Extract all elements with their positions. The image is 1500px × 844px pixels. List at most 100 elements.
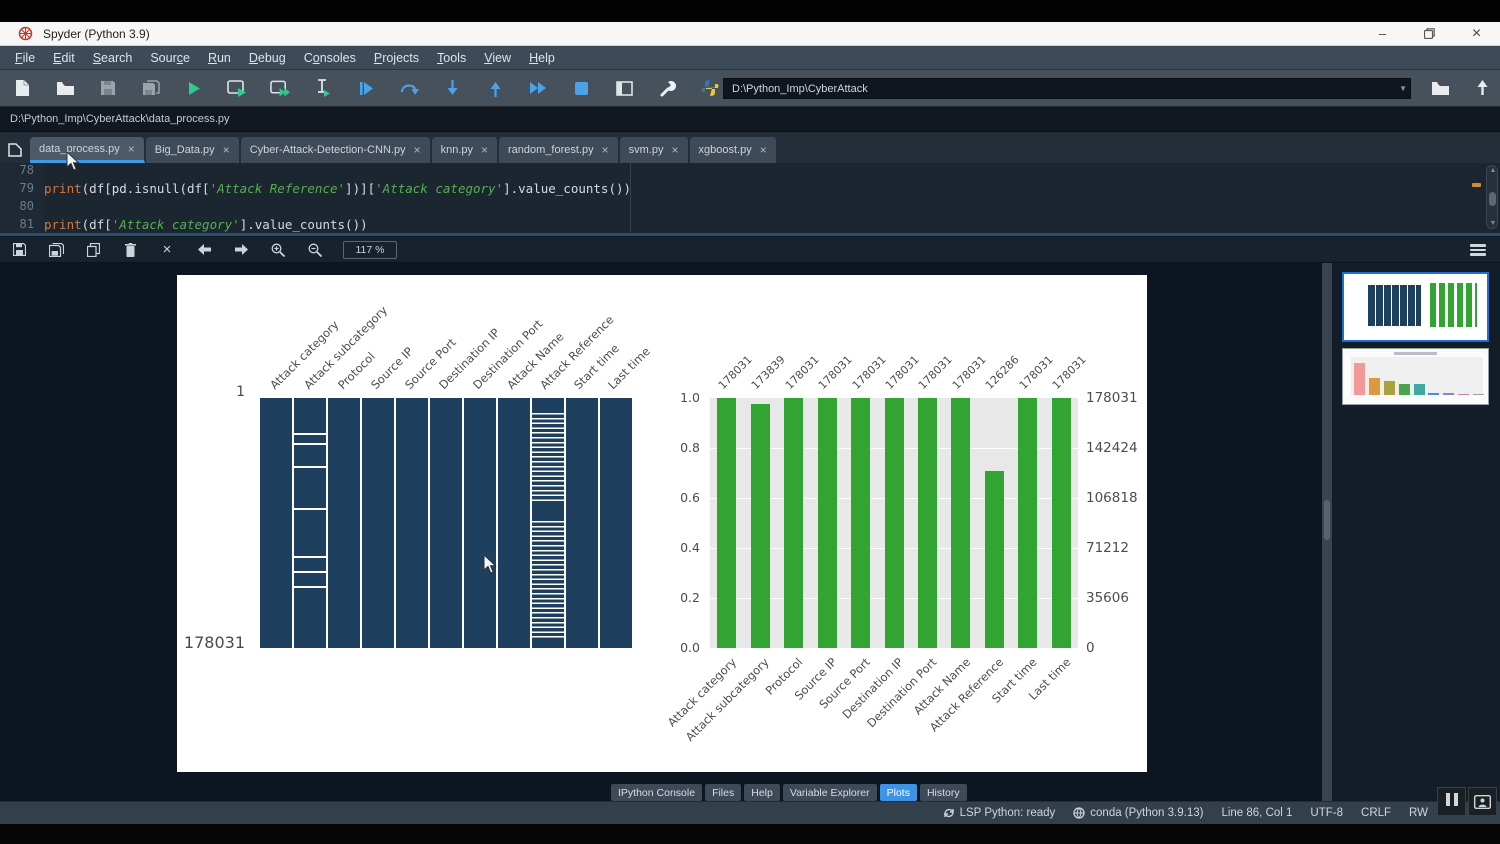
scroll-up-icon[interactable]: ▲ [1487,167,1499,174]
pane-tab-plots[interactable]: Plots [880,784,917,801]
editor-tab-random_forest.py[interactable]: random_forest.py× [499,137,619,163]
video-letterbox-top [0,0,1500,22]
spyder-logo-icon [18,26,33,41]
menu-run[interactable]: Run [199,48,240,68]
eol-status: CRLF [1361,807,1391,819]
combo-caret-icon[interactable]: ▼ [1399,84,1407,93]
browse-directory-button[interactable] [1428,77,1452,99]
restore-button[interactable] [1406,22,1453,45]
run-file-button[interactable] [184,78,204,98]
video-pause-button[interactable] [1437,787,1466,816]
run-cell-button[interactable] [227,78,247,98]
zoom-in-button[interactable] [269,241,287,259]
save-plot-button[interactable] [10,241,28,259]
main-toolbar: D:\Python_Imp\CyberAttack ▼ [0,70,1500,107]
tools-wrench-button[interactable] [657,78,677,98]
pane-tab-files[interactable]: Files [705,784,741,801]
tab-close-icon[interactable]: × [481,143,488,157]
debug-step-out-button[interactable] [485,78,505,98]
parent-directory-button[interactable] [1470,77,1494,99]
menu-file[interactable]: File [6,48,44,68]
menu-projects[interactable]: Projects [365,48,428,68]
bar-Source Port [851,398,870,648]
editor-tab-svm.py[interactable]: svm.py× [620,137,689,163]
python-env-icon[interactable] [700,78,720,98]
plot-thumbnail-2[interactable] [1342,348,1489,405]
debug-continue-button[interactable] [528,78,548,98]
interpreter-status[interactable]: conda (Python 3.9.13) [1073,807,1203,819]
tab-label: Big_Data.py [155,144,215,156]
open-file-button[interactable] [55,78,75,98]
editor-tab-data_process.py[interactable]: data_process.py × [30,137,145,163]
editor-tab-xgboost.py[interactable]: xgboost.py× [690,137,777,163]
zoom-out-button[interactable] [306,241,324,259]
video-pip-button[interactable] [1468,787,1497,816]
thumbnails-scrollbar-handle[interactable] [1324,500,1330,540]
close-button[interactable]: × [1453,22,1500,45]
debug-file-button[interactable] [356,78,376,98]
working-directory-combo[interactable]: D:\Python_Imp\CyberAttack ▼ [723,78,1411,99]
scroll-down-icon[interactable]: ▼ [1487,220,1499,227]
tab-close-icon[interactable]: × [414,143,421,157]
plots-options-menu-icon[interactable] [1470,242,1488,258]
next-plot-button[interactable] [232,241,250,259]
save-all-button[interactable] [141,78,161,98]
copy-plot-button[interactable] [84,241,102,259]
tab-close-icon[interactable]: × [760,143,767,157]
plot-figure[interactable]: 1 178031 Attack categoryAttack subcatego… [177,275,1147,772]
tab-close-icon[interactable]: × [128,142,135,156]
bar-Attack Reference [985,471,1004,648]
pane-tab-help[interactable]: Help [744,784,780,801]
tab-label: data_process.py [39,143,120,155]
editor-tab-knn.py[interactable]: knn.py× [432,137,498,163]
zoom-level-field[interactable]: 117 % [343,241,397,259]
restore-icon [1424,28,1435,39]
save-button[interactable] [98,78,118,98]
bar-value-label: 173839 [749,353,788,392]
remove-plot-button[interactable] [121,241,139,259]
file-switcher-button[interactable] [0,137,30,163]
spyder-window: { "window": { "title": "Spyder (Python 3… [0,0,1500,844]
save-all-plots-button[interactable] [47,241,65,259]
menu-view[interactable]: View [475,48,520,68]
missing-band [532,413,564,503]
menu-debug[interactable]: Debug [240,48,295,68]
menu-edit[interactable]: Edit [44,48,84,68]
tab-close-icon[interactable]: × [602,143,609,157]
tab-close-icon[interactable]: × [223,143,230,157]
plot-thumbnail-selected[interactable] [1342,272,1489,342]
code-editor[interactable]: 7879print(df[pd.isnull(df['Attack Refere… [0,163,1500,232]
tab-close-icon[interactable]: × [671,143,678,157]
thumbnail-matrix-preview [1368,285,1421,326]
remove-all-plots-button[interactable]: × [158,241,176,259]
maximize-pane-button[interactable] [614,78,634,98]
missing-line [294,508,326,510]
pane-tab-history[interactable]: History [920,784,967,801]
menu-tools[interactable]: Tools [428,48,475,68]
video-letterbox-bottom [0,824,1500,844]
thumb2-bar [1369,378,1380,395]
matrix-col-Attack category [260,398,292,648]
cursor-position-status: Line 86, Col 1 [1221,807,1292,819]
pane-tab-ipython-console[interactable]: IPython Console [611,784,702,801]
run-selection-button[interactable] [313,78,333,98]
new-file-button[interactable] [12,78,32,98]
thumb2-bar [1399,384,1410,395]
editor-tab-Cyber-Attack-Detection-CNN.py[interactable]: Cyber-Attack-Detection-CNN.py× [241,137,431,163]
editor-tab-Big_Data.py[interactable]: Big_Data.py × [146,137,240,163]
debug-step-into-button[interactable] [442,78,462,98]
stop-debug-button[interactable] [571,78,591,98]
editor-scrollbar[interactable]: ▲ ▼ [1486,165,1498,229]
menu-help[interactable]: Help [520,48,564,68]
debug-step-over-button[interactable] [399,78,419,98]
pane-tab-variable-explorer[interactable]: Variable Explorer [783,784,877,801]
scrollbar-thumb[interactable] [1489,192,1496,206]
menu-consoles[interactable]: Consoles [295,48,365,68]
run-cell-advance-button[interactable] [270,78,290,98]
thumb2-bar [1473,394,1484,395]
menu-search[interactable]: Search [84,48,142,68]
minimize-button[interactable]: – [1359,22,1406,45]
previous-plot-button[interactable] [195,241,213,259]
menu-source[interactable]: Source [141,48,199,68]
bar-right-tick: 71212 [1086,540,1129,556]
